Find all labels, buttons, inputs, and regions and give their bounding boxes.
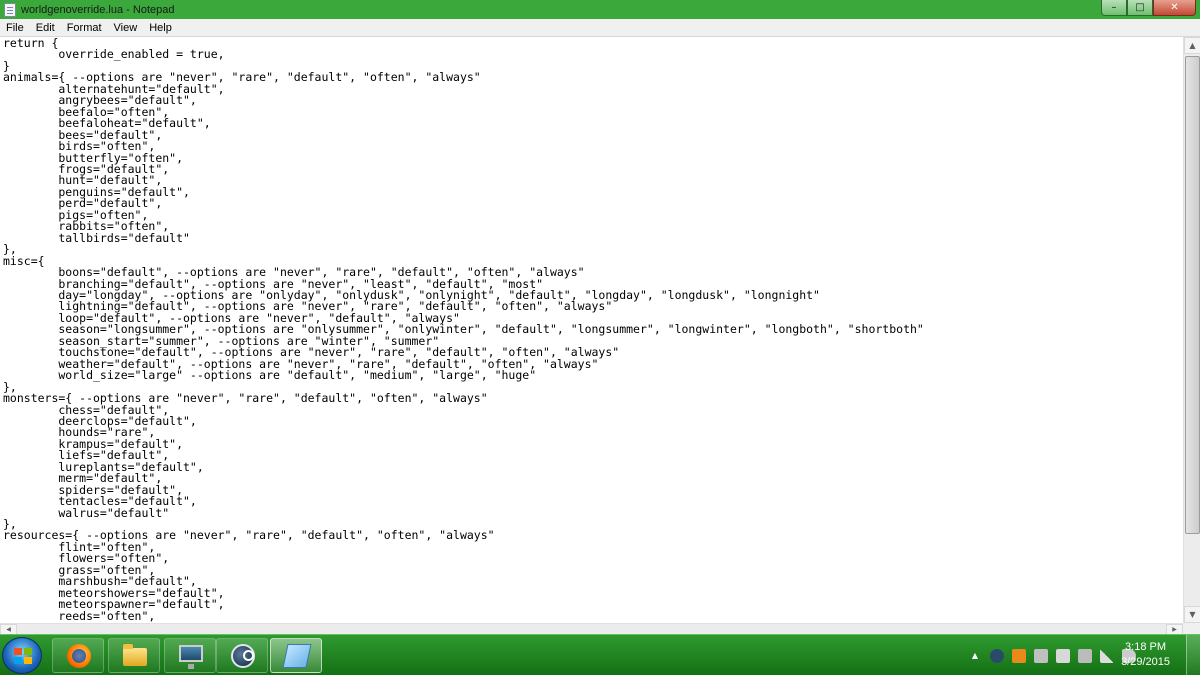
document-text[interactable]: return { override_enabled = true, } anim… xyxy=(3,37,1183,622)
menu-bar: File Edit Format View Help xyxy=(0,19,1200,37)
steam-tray-icon[interactable] xyxy=(990,648,1004,663)
start-button[interactable] xyxy=(2,637,42,674)
firefox-icon xyxy=(67,644,91,668)
menu-format[interactable]: Format xyxy=(61,19,108,37)
clock-date: 3/29/2015 xyxy=(1121,656,1170,668)
text-area[interactable]: return { override_enabled = true, } anim… xyxy=(0,37,1183,623)
taskbar-remote-desktop[interactable] xyxy=(164,638,216,673)
taskbar: ▲ 3:18 PM 3/29/2015 xyxy=(0,634,1200,675)
network-icon[interactable] xyxy=(1100,648,1114,663)
scrollbar-corner xyxy=(1183,623,1200,634)
device-tray-icon[interactable] xyxy=(1034,648,1048,663)
taskbar-firefox[interactable] xyxy=(52,638,104,673)
minimize-button[interactable]: – xyxy=(1101,0,1127,16)
notepad-icon xyxy=(282,644,312,668)
monitor-icon xyxy=(179,645,203,669)
app-tray-icon[interactable] xyxy=(1012,648,1026,663)
taskbar-notepad[interactable] xyxy=(270,638,322,673)
show-desktop-button[interactable] xyxy=(1186,635,1200,675)
taskbar-explorer[interactable] xyxy=(108,638,160,673)
notepad-app-icon[interactable] xyxy=(4,2,16,17)
menu-edit[interactable]: Edit xyxy=(30,19,61,37)
maximize-button[interactable]: □ xyxy=(1127,0,1153,16)
clock-time: 3:18 PM xyxy=(1125,641,1167,653)
taskbar-steam[interactable] xyxy=(216,638,268,673)
menu-file[interactable]: File xyxy=(0,19,30,37)
horizontal-scrollbar[interactable]: ◀ ▶ xyxy=(0,623,1183,635)
flag-tray-icon[interactable] xyxy=(1056,648,1070,663)
close-button[interactable]: ✕ xyxy=(1153,0,1196,16)
steam-icon xyxy=(231,644,255,668)
windows-logo-icon xyxy=(14,648,32,664)
usb-tray-icon[interactable] xyxy=(1078,648,1092,663)
vertical-scroll-thumb[interactable] xyxy=(1185,56,1200,534)
menu-view[interactable]: View xyxy=(108,19,144,37)
window-controls: – □ ✕ xyxy=(1101,0,1196,16)
window-title: worldgenoverride.lua - Notepad xyxy=(21,3,175,16)
clock[interactable]: 3:18 PM 3/29/2015 xyxy=(1121,640,1170,670)
menu-help[interactable]: Help xyxy=(143,19,178,37)
tray-expand-icon[interactable]: ▲ xyxy=(968,649,982,663)
vertical-scrollbar[interactable]: ▲ ▼ xyxy=(1183,37,1200,623)
folder-icon xyxy=(123,644,147,666)
scroll-up-button[interactable]: ▲ xyxy=(1184,37,1200,54)
scroll-down-button[interactable]: ▼ xyxy=(1184,606,1200,623)
title-bar[interactable]: worldgenoverride.lua - Notepad – □ ✕ xyxy=(0,0,1200,19)
editor: return { override_enabled = true, } anim… xyxy=(0,37,1200,635)
system-tray: ▲ xyxy=(964,635,1140,675)
